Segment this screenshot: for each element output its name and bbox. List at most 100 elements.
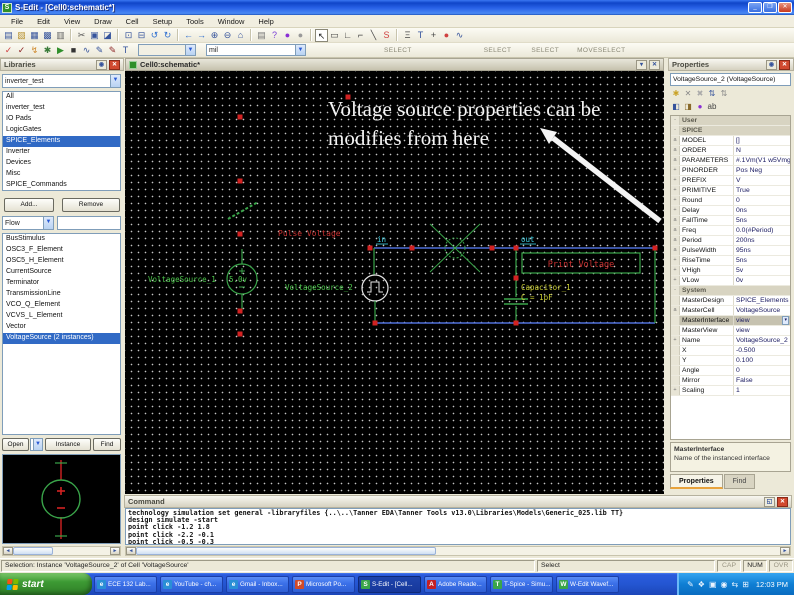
property-row[interactable]: a Freq 0.0(#Period) — [671, 226, 790, 236]
property-expander[interactable]: + — [671, 266, 680, 275]
library-list-item[interactable]: SPICE_Commands — [3, 180, 120, 190]
property-expander[interactable]: a — [671, 146, 680, 155]
find-cell-button[interactable]: Find — [93, 438, 121, 451]
copy-icon[interactable]: ▣ — [88, 29, 101, 42]
property-row[interactable]: a PARAMETERS #.1Vm(V1 w5Vmg] — [671, 156, 790, 166]
library-list-item[interactable]: LogicGates — [3, 125, 120, 136]
cell-list-item[interactable]: TransmissionLine — [3, 289, 120, 300]
back-icon[interactable]: ← — [182, 29, 195, 42]
task-ece-132-lab[interactable]: e ECE 132 Lab... — [94, 575, 157, 593]
close-icon[interactable]: ✕ — [777, 496, 788, 507]
delete-all-properties-icon[interactable]: ✖ — [694, 88, 706, 100]
close-button[interactable]: ✕ — [778, 2, 792, 13]
box-tool-icon[interactable]: ▭ — [328, 29, 341, 42]
property-value[interactable]: #.1Vm(V1 w5Vmg] — [734, 156, 790, 165]
in-port-label[interactable]: in — [377, 235, 386, 244]
scrollbar-thumb[interactable] — [136, 547, 436, 555]
chevron-down-icon[interactable]: ▼ — [110, 75, 120, 87]
library-select[interactable]: inverter_test ▼ — [2, 74, 121, 88]
show-set-properties-icon[interactable]: ◨ — [682, 101, 694, 113]
property-expander[interactable]: + — [671, 196, 680, 205]
property-row[interactable]: + VHigh 5v — [671, 266, 790, 276]
paste-icon[interactable]: ◪ — [101, 29, 114, 42]
task-youtube[interactable]: e YouTube - ch... — [160, 575, 223, 593]
task-s-edit[interactable]: S S-Edit - [Cell... — [358, 575, 421, 593]
property-value[interactable]: 1 — [734, 386, 790, 395]
property-expander[interactable] — [671, 296, 680, 305]
property-row[interactable]: Angle 0 — [671, 366, 790, 376]
property-expander[interactable]: + — [671, 276, 680, 285]
open-options-combo[interactable]: ▼ — [30, 438, 43, 451]
minimize-button[interactable]: _ — [748, 2, 762, 13]
property-row[interactable]: + PREFIX V — [671, 176, 790, 186]
evaluate-expressions-icon[interactable]: ● — [694, 101, 706, 113]
menu-item[interactable]: Window — [211, 17, 252, 26]
save-icon[interactable]: ▦ — [28, 29, 41, 42]
waveform-probe-icon[interactable]: ∿ — [80, 44, 93, 57]
property-expander[interactable] — [671, 366, 680, 375]
menu-item[interactable]: File — [4, 17, 30, 26]
probe-tp-icon[interactable]: T — [119, 44, 132, 57]
cell-list-item[interactable]: VCVS_L_Element — [3, 311, 120, 322]
select-tool-icon[interactable]: ↖ — [315, 28, 328, 42]
capacitor-label[interactable]: Capacitor_1 — [521, 283, 571, 292]
menu-item[interactable]: Draw — [87, 17, 119, 26]
property-expander[interactable]: a — [671, 216, 680, 225]
property-value[interactable]: 0.100 — [734, 356, 790, 365]
property-value[interactable] — [706, 286, 790, 295]
property-row[interactable]: MasterDesign SPICE_Elements — [671, 296, 790, 306]
property-expander[interactable]: + — [671, 386, 680, 395]
remove-library-button[interactable]: Remove — [62, 198, 120, 212]
open-cell-button[interactable]: Open — [2, 438, 29, 451]
print-voltage-label[interactable]: Print Voltage — [548, 260, 615, 270]
property-value[interactable]: False — [734, 376, 790, 385]
pin-icon[interactable]: ◉ — [766, 59, 777, 70]
property-expander[interactable]: a — [671, 246, 680, 255]
check-design-icon[interactable]: ✓ — [2, 44, 15, 57]
restore-button[interactable]: ❐ — [763, 2, 777, 13]
zoom-previous-icon[interactable]: ⊟ — [135, 29, 148, 42]
cell-list-item[interactable]: Vector — [3, 322, 120, 333]
scroll-right-icon[interactable]: ► — [110, 547, 120, 555]
library-list-item[interactable]: Inverter — [3, 147, 120, 158]
cell-list-item[interactable]: VoltageSource (2 instances) — [3, 333, 120, 344]
property-value[interactable]: V — [734, 176, 790, 185]
chevron-down-icon[interactable]: ▼ — [43, 217, 53, 229]
instance-cell-button[interactable]: Instance — [45, 438, 91, 451]
redo-icon[interactable]: ↻ — [161, 29, 174, 42]
property-row[interactable]: - System — [671, 286, 790, 296]
dashed-wire-segment[interactable] — [227, 201, 259, 220]
scroll-left-icon[interactable]: ◄ — [3, 547, 13, 555]
scrollbar-thumb[interactable] — [13, 547, 53, 555]
wire-diagonal-tool-icon[interactable]: ╲ — [367, 29, 380, 42]
property-expander[interactable]: + — [671, 186, 680, 195]
selected-instance-header[interactable]: VoltageSource_2 (VoltageSource) — [670, 73, 791, 86]
messenger-icon[interactable]: ❖ — [698, 580, 705, 589]
menu-item[interactable]: Help — [251, 17, 280, 26]
stop-simulation-icon[interactable]: ■ — [67, 44, 80, 57]
menu-item[interactable]: Cell — [119, 17, 146, 26]
property-row[interactable]: a MasterCell VoltageSource — [671, 306, 790, 316]
property-expander[interactable]: - — [671, 286, 680, 295]
property-row[interactable]: a Period 200ns — [671, 236, 790, 246]
cell-list-item[interactable]: CurrentSource — [3, 267, 120, 278]
highlight-net-icon[interactable]: ↯ — [28, 44, 41, 57]
float-panel-icon[interactable]: ◱ — [764, 496, 775, 507]
library-list-item[interactable]: inverter_test — [3, 103, 120, 114]
property-expander[interactable] — [671, 326, 680, 335]
scroll-left-icon[interactable]: ◄ — [126, 547, 136, 555]
property-row[interactable]: a PulseWidth 95ns — [671, 246, 790, 256]
property-row[interactable]: - SPICE — [671, 126, 790, 136]
add-library-button[interactable]: Add... — [4, 198, 54, 212]
property-row[interactable]: MasterView view — [671, 326, 790, 336]
windows-security-icon[interactable]: ⊞ — [742, 580, 749, 589]
simulation-combo[interactable]: ▼ — [138, 44, 196, 56]
tablet-pen-icon[interactable]: ✎ — [687, 580, 694, 589]
property-expander[interactable]: + — [671, 176, 680, 185]
probe-voltage-icon[interactable]: ✎ — [93, 44, 106, 57]
menu-item[interactable]: Tools — [179, 17, 211, 26]
property-value[interactable]: 95ns — [734, 246, 790, 255]
wire-curve-tool-icon[interactable]: S — [380, 29, 393, 42]
library-list-item[interactable]: All — [3, 92, 120, 103]
property-value[interactable]: SPICE_Elements — [734, 296, 790, 305]
